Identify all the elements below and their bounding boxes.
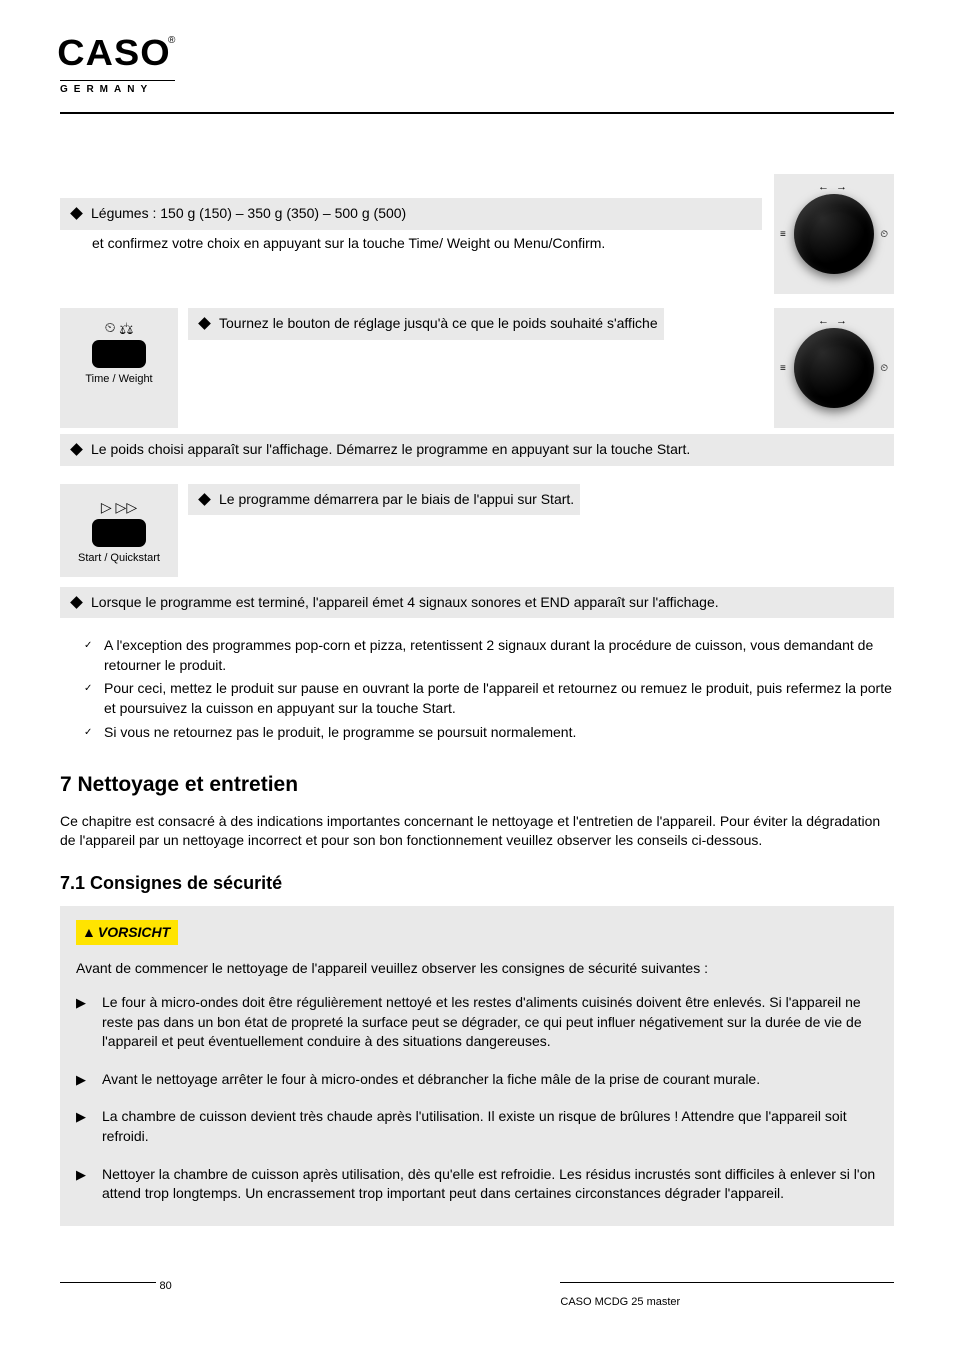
triangle-bullet-icon: ▶	[76, 1165, 102, 1204]
warning-triangle-icon: ▲	[82, 924, 96, 940]
page-footer: 80 CASO MCDG 25 master	[60, 1279, 894, 1310]
diamond-bullet-icon	[198, 317, 211, 330]
dial-knob	[794, 194, 874, 274]
step-text: Le programme démarrera par le biais de l…	[219, 490, 574, 510]
diamond-bullet-icon	[70, 596, 83, 609]
step-text-cont: et confirmez votre choix en appuyant sur…	[92, 235, 605, 251]
diamond-bullet-icon	[198, 493, 211, 506]
logo-text: CASO	[57, 28, 170, 78]
logo-subtext: GERMANY	[60, 80, 175, 97]
bullet-line: Le programme démarrera par le biais de l…	[188, 490, 574, 510]
step-text: Tournez le bouton de réglage jusqu'à ce …	[219, 314, 658, 334]
caution-item: ▶ Nettoyer la chambre de cuisson après u…	[76, 1165, 878, 1204]
caution-lead: Avant de commencer le nettoyage de l'app…	[76, 959, 878, 979]
note-text: Pour ceci, mettez le produit sur pause e…	[104, 679, 894, 718]
triangle-bullet-icon: ▶	[76, 1107, 102, 1146]
step-text: Le poids choisi apparaît sur l'affichage…	[91, 440, 888, 460]
caution-item: ▶ La chambre de cuisson devient très cha…	[76, 1107, 878, 1146]
caution-item-text: Nettoyer la chambre de cuisson après uti…	[102, 1165, 878, 1204]
triangle-bullet-icon: ▶	[76, 1070, 102, 1090]
note-text: Si vous ne retournez pas le produit, le …	[104, 723, 576, 743]
dial-control-illustration: ← → ≡ ⏲	[774, 174, 894, 294]
note-list: ✓A l'exception des programmes pop-corn e…	[60, 636, 894, 742]
caution-item-text: La chambre de cuisson devient très chaud…	[102, 1107, 878, 1146]
time-weight-button-illustration: ⏲ ⚖ Time / Weight	[60, 308, 178, 428]
dial-list-icon: ≡	[780, 228, 786, 242]
section-heading-7: 7 Nettoyage et entretien	[60, 770, 894, 799]
start-icons: ▷ ▷▷	[64, 498, 174, 518]
section-heading-7-1: 7.1 Consignes de sécurité	[60, 871, 894, 896]
button-shape	[92, 340, 146, 368]
start-quickstart-label: Start / Quickstart	[64, 551, 174, 566]
start-button-illustration: ▷ ▷▷ Start / Quickstart	[60, 484, 178, 577]
check-icon: ✓	[84, 679, 104, 718]
caution-box: ▲VORSICHT Avant de commencer le nettoyag…	[60, 906, 894, 1226]
logo-registered: ®	[168, 35, 175, 46]
caution-label: ▲VORSICHT	[76, 920, 178, 946]
diamond-bullet-icon	[70, 443, 83, 456]
step-text: Lorsque le programme est terminé, l'appa…	[91, 593, 888, 613]
product-model: CASO MCDG 25 master	[560, 1296, 680, 1308]
caution-item-text: Le four à micro-ondes doit être régulièr…	[102, 993, 878, 1052]
section-paragraph: Ce chapitre est consacré à des indicatio…	[60, 812, 894, 851]
bullet-line: Lorsque le programme est terminé, l'appa…	[60, 593, 888, 613]
dial-control-illustration: ← → ≡ ⏲	[774, 308, 894, 428]
bullet-line: Légumes : 150 g (150) – 350 g (350) – 50…	[60, 204, 756, 224]
button-shape	[92, 519, 146, 547]
brand-logo: CASO® GERMANY	[60, 28, 175, 97]
check-icon: ✓	[84, 636, 104, 675]
page-number: 80	[159, 1280, 171, 1292]
diamond-bullet-icon	[70, 207, 83, 220]
document-body: Légumes : 150 g (150) – 350 g (350) – 50…	[60, 114, 894, 1226]
step-text: Légumes : 150 g (150) – 350 g (350) – 50…	[91, 204, 756, 224]
caution-item: ▶ Le four à micro-ondes doit être réguli…	[76, 993, 878, 1052]
note-text: A l'exception des programmes pop-corn et…	[104, 636, 894, 675]
dial-knob	[794, 328, 874, 408]
bullet-line: Tournez le bouton de réglage jusqu'à ce …	[188, 314, 658, 334]
dial-timer-icon: ⏲	[880, 362, 888, 376]
caution-item-text: Avant le nettoyage arrêter le four à mic…	[102, 1070, 760, 1090]
time-weight-icons: ⏲ ⚖	[64, 318, 174, 338]
brand-header: CASO® GERMANY	[60, 28, 894, 98]
dial-list-icon: ≡	[780, 362, 786, 376]
bullet-line: Le poids choisi apparaît sur l'affichage…	[60, 440, 888, 460]
triangle-bullet-icon: ▶	[76, 993, 102, 1052]
time-weight-label: Time / Weight	[64, 372, 174, 387]
check-icon: ✓	[84, 723, 104, 743]
caution-label-text: VORSICHT	[98, 924, 170, 940]
caution-item: ▶ Avant le nettoyage arrêter le four à m…	[76, 1070, 878, 1090]
dial-timer-icon: ⏲	[880, 228, 888, 242]
